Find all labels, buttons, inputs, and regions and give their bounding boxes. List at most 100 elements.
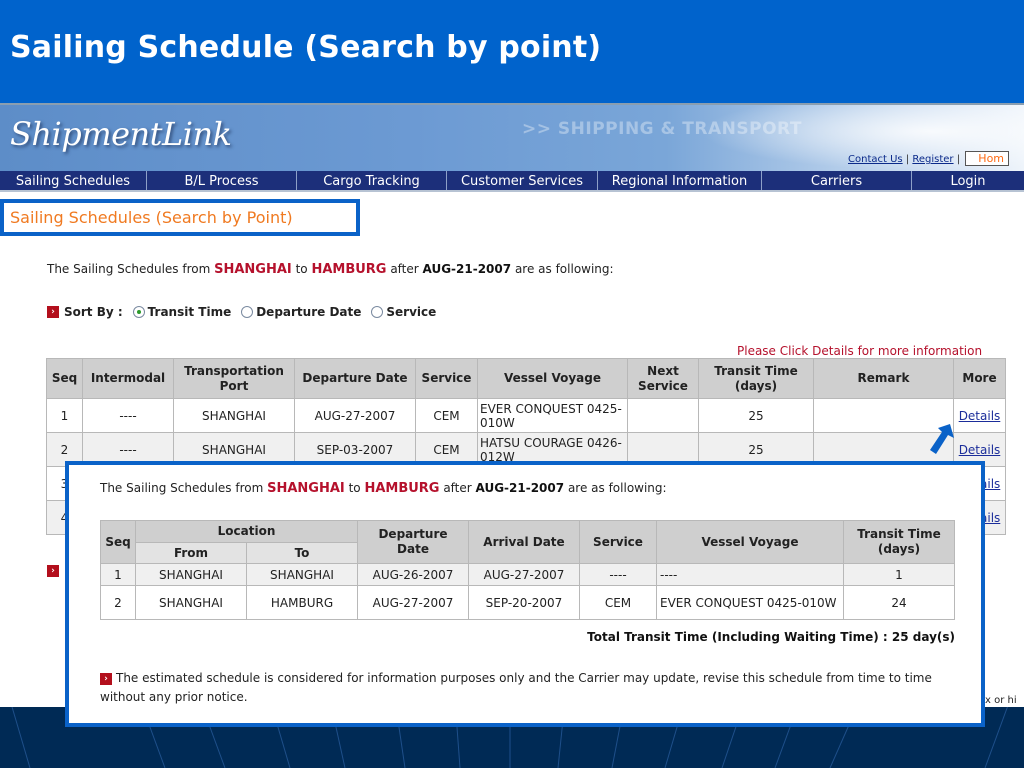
col-next-service: Next Service <box>627 358 699 399</box>
bullet-arrow-icon: › <box>47 565 59 577</box>
bullet-arrow-icon: › <box>100 672 112 685</box>
popup-summary: The Sailing Schedules from SHANGHAI to H… <box>100 481 667 496</box>
search-date: AUG-21-2007 <box>422 262 512 276</box>
col-transit-time: Transit Time (days) <box>698 358 814 399</box>
sort-departure-date-radio[interactable] <box>241 306 254 318</box>
nav-customer-services[interactable]: Customer Services <box>447 171 598 190</box>
home-button[interactable]: Hom <box>965 151 1010 166</box>
nav-cargo-tracking[interactable]: Cargo Tracking <box>297 171 447 190</box>
details-link[interactable]: Details <box>959 443 1001 457</box>
col-transit-time: Transit Time (days) <box>843 520 955 564</box>
cell-seq: 1 <box>100 563 136 586</box>
section-title-highlight: Sailing Schedules (Search by Point) <box>0 199 360 236</box>
cell-departure: AUG-27-2007 <box>357 585 469 620</box>
total-transit-time: Total Transit Time (Including Waiting Ti… <box>587 630 955 644</box>
slide-title: Sailing Schedule (Search by point) <box>10 30 602 65</box>
col-seq: Seq <box>100 520 136 564</box>
col-from: From <box>135 542 247 564</box>
cell-transit: 25 <box>698 398 814 433</box>
cell-seq: 2 <box>100 585 136 620</box>
col-departure-date: Departure Date <box>357 520 469 564</box>
nav-regional-information[interactable]: Regional Information <box>598 171 762 190</box>
destination-city: HAMBURG <box>364 481 440 496</box>
sort-by-label: Sort By : <box>64 305 123 319</box>
cell-service: ---- <box>579 563 657 586</box>
cell-arrival: AUG-27-2007 <box>468 563 580 586</box>
col-intermodal: Intermodal <box>82 358 174 399</box>
summary-text: are as following: <box>514 262 614 276</box>
summary-text: The Sailing Schedules from <box>100 481 264 495</box>
search-summary: The Sailing Schedules from SHANGHAI to H… <box>47 262 614 277</box>
link-separator: | <box>956 154 961 165</box>
disclaimer-text: The estimated schedule is considered for… <box>100 671 932 704</box>
sort-transit-time-label[interactable]: Transit Time <box>148 305 232 319</box>
origin-city: SHANGHAI <box>214 262 292 277</box>
summary-text: after <box>390 262 419 276</box>
truncated-text: x or hi <box>985 695 1017 706</box>
sort-by-group: › Sort By : Transit Time Departure Date … <box>47 305 436 319</box>
cell-service: CEM <box>579 585 657 620</box>
summary-text: to <box>348 481 361 495</box>
details-hint: Please Click Details for more informatio… <box>737 344 983 358</box>
summary-text: to <box>295 262 308 276</box>
sort-transit-time-radio[interactable] <box>132 306 145 318</box>
cell-transit: 24 <box>843 585 955 620</box>
site-banner: ShipmentLink >> SHIPPING & TRANSPORT Con… <box>0 105 1024 171</box>
sort-service-radio[interactable] <box>371 306 384 318</box>
col-service: Service <box>415 358 478 399</box>
shipmentlink-logo[interactable]: ShipmentLink <box>10 115 232 153</box>
col-to: To <box>246 542 358 564</box>
col-remark: Remark <box>813 358 954 399</box>
banner-tagline: >> SHIPPING & TRANSPORT <box>522 119 802 139</box>
pointer-arrow-icon <box>930 424 954 454</box>
cell-arrival: SEP-20-2007 <box>468 585 580 620</box>
cell-vessel: ---- <box>656 563 844 586</box>
cell-departure: AUG-26-2007 <box>357 563 469 586</box>
cell-from: SHANGHAI <box>135 585 247 620</box>
search-date: AUG-21-2007 <box>475 481 565 495</box>
details-popup: The Sailing Schedules from SHANGHAI to H… <box>65 461 985 727</box>
sort-service-label[interactable]: Service <box>386 305 436 319</box>
cell-vessel: EVER CONQUEST 0425-010W <box>656 585 844 620</box>
cell-service: CEM <box>415 398 478 433</box>
cell-transit: 1 <box>843 563 955 586</box>
cell-port: SHANGHAI <box>173 398 295 433</box>
col-departure-date: Departure Date <box>294 358 416 399</box>
col-location: Location <box>135 520 358 543</box>
nav-bl-process[interactable]: B/L Process <box>147 171 297 190</box>
contact-us-link[interactable]: Contact Us <box>848 154 903 165</box>
main-nav: Sailing Schedules B/L Process Cargo Trac… <box>0 171 1024 192</box>
summary-text: after <box>443 481 472 495</box>
cell-intermodal: ---- <box>82 398 174 433</box>
col-transportation-port: Transportation Port <box>173 358 295 399</box>
cell-to: SHANGHAI <box>246 563 358 586</box>
cell-more: Details <box>953 398 1006 433</box>
col-service: Service <box>579 520 657 564</box>
details-link[interactable]: Details <box>959 409 1001 423</box>
table-row: 1 ---- SHANGHAI AUG-27-2007 CEM EVER CON… <box>46 398 1006 433</box>
slide-title-bar: Sailing Schedule (Search by point) <box>0 0 1024 103</box>
nav-carriers[interactable]: Carriers <box>762 171 912 190</box>
col-more: More <box>953 358 1006 399</box>
table-row: 2 SHANGHAI HAMBURG AUG-27-2007 SEP-20-20… <box>100 585 955 620</box>
cell-next-service <box>627 398 699 433</box>
cell-departure: AUG-27-2007 <box>294 398 416 433</box>
col-vessel-voyage: Vessel Voyage <box>656 520 844 564</box>
link-separator: | <box>905 154 910 165</box>
col-vessel-voyage: Vessel Voyage <box>477 358 628 399</box>
nav-login[interactable]: Login <box>912 171 1024 190</box>
col-seq: Seq <box>46 358 83 399</box>
cell-seq: 1 <box>46 398 83 433</box>
register-link[interactable]: Register <box>912 154 953 165</box>
cell-to: HAMBURG <box>246 585 358 620</box>
bullet-arrow-icon: › <box>47 306 59 318</box>
nav-sailing-schedules[interactable]: Sailing Schedules <box>0 171 147 190</box>
destination-city: HAMBURG <box>311 262 387 277</box>
disclaimer: › The estimated schedule is considered fo… <box>100 669 960 707</box>
top-links: Contact Us | Register | Hom <box>848 151 1010 166</box>
cell-vessel: EVER CONQUEST 0425-010W <box>477 398 628 433</box>
sort-departure-date-label[interactable]: Departure Date <box>256 305 361 319</box>
cell-from: SHANGHAI <box>135 563 247 586</box>
section-title: Sailing Schedules (Search by Point) <box>10 208 293 227</box>
summary-text: are as following: <box>567 481 667 495</box>
